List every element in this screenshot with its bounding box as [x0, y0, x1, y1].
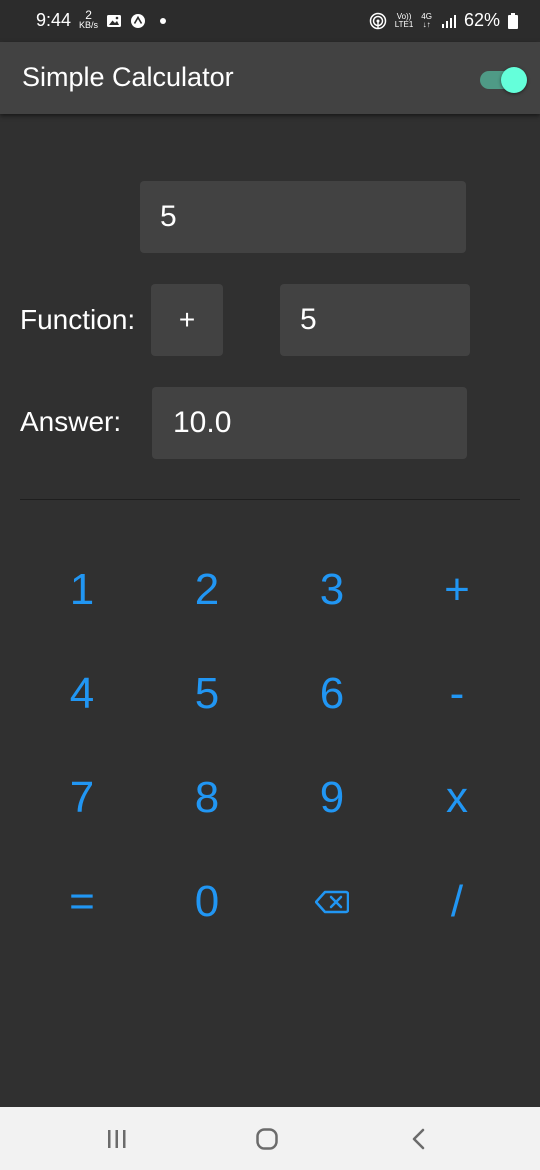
backspace-icon: [315, 890, 349, 914]
key-plus[interactable]: +: [412, 550, 502, 630]
key-1[interactable]: 1: [37, 550, 127, 630]
signal-icon: [441, 14, 456, 28]
key-5[interactable]: 5: [162, 654, 252, 734]
hotspot-icon: [369, 12, 387, 29]
status-bar: 9:44 2 KB/s Vo)) LTE1 4G ↓↑ 62%: [0, 0, 540, 42]
key-0[interactable]: 0: [162, 862, 252, 942]
volte-indicator: Vo)) LTE1: [394, 12, 414, 29]
status-left: 9:44 2 KB/s: [36, 7, 167, 31]
second-value-field[interactable]: 5: [280, 284, 470, 356]
back-icon: [412, 1128, 425, 1150]
sync-icon: [131, 13, 146, 28]
volte-bottom: LTE1: [394, 19, 414, 29]
first-value-field[interactable]: 5: [140, 181, 466, 253]
network-type-label: 4G: [421, 11, 432, 21]
battery-icon: [508, 12, 518, 29]
app-bar: Simple Calculator: [0, 42, 540, 114]
function-field[interactable]: +: [151, 284, 223, 356]
key-6[interactable]: 6: [287, 654, 377, 734]
key-divide[interactable]: /: [412, 862, 502, 942]
function-label: Function:: [20, 304, 136, 335]
key-times[interactable]: x: [412, 758, 502, 838]
network-type: 4G ↓↑: [421, 11, 432, 29]
key-3[interactable]: 3: [287, 550, 377, 630]
first-value-text: 5: [160, 200, 177, 233]
theme-toggle[interactable]: [480, 66, 527, 93]
divider: [20, 499, 520, 500]
second-value-text: 5: [300, 303, 317, 336]
recent-apps-button[interactable]: [102, 1125, 132, 1153]
answer-field: 10.0: [152, 387, 467, 459]
answer-label: Answer:: [20, 406, 122, 437]
answer-value-text: 10.0: [173, 406, 232, 439]
key-2[interactable]: 2: [162, 550, 252, 630]
app-title: Simple Calculator: [22, 62, 234, 92]
key-9[interactable]: 9: [287, 758, 377, 838]
navigation-bar: [0, 1107, 540, 1170]
key-equals[interactable]: =: [37, 862, 127, 942]
back-button[interactable]: [404, 1125, 434, 1153]
status-time: 9:44: [36, 10, 72, 30]
home-button[interactable]: [252, 1125, 282, 1153]
key-backspace[interactable]: [287, 862, 377, 942]
key-4[interactable]: 4: [37, 654, 127, 734]
status-right: Vo)) LTE1 4G ↓↑ 62%: [369, 10, 518, 31]
net-speed-value: 2: [85, 7, 92, 22]
recent-apps-icon: [108, 1130, 126, 1148]
net-speed-unit: KB/s: [79, 19, 99, 30]
battery-percent: 62%: [463, 10, 500, 30]
key-7[interactable]: 7: [37, 758, 127, 838]
toggle-thumb: [501, 67, 527, 93]
key-minus[interactable]: -: [412, 654, 502, 734]
notification-dot: [160, 17, 167, 24]
gallery-icon: [107, 14, 122, 27]
key-8[interactable]: 8: [162, 758, 252, 838]
function-value-text: +: [178, 304, 196, 335]
net-speed: 2 KB/s: [79, 7, 99, 30]
home-icon: [256, 1128, 278, 1150]
